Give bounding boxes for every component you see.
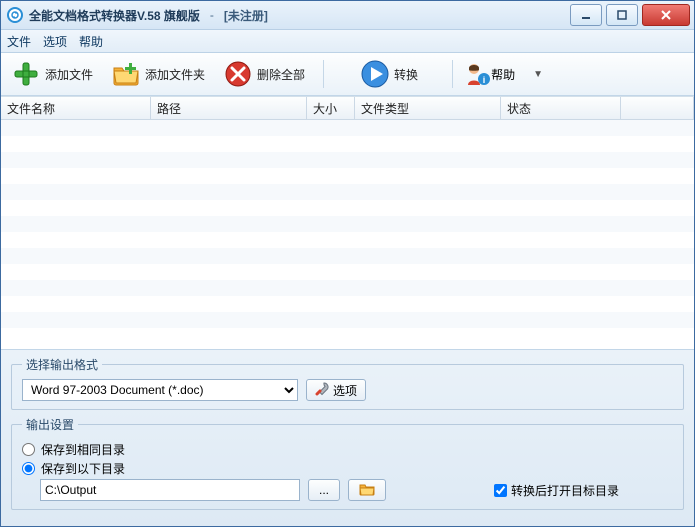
col-type[interactable]: 文件类型 — [355, 97, 501, 119]
minimize-button[interactable] — [570, 4, 602, 26]
menubar: 文件 选项 帮助 — [1, 30, 694, 53]
file-list: 文件名称 路径 大小 文件类型 状态 — [1, 96, 694, 340]
folder-plus-icon — [111, 59, 141, 89]
toolbar-separator — [323, 60, 324, 88]
registration-status: [未注册] — [224, 7, 268, 24]
open-after-label: 转换后打开目标目录 — [511, 482, 619, 499]
col-status[interactable]: 状态 — [501, 97, 621, 119]
col-spacer — [621, 97, 694, 119]
chevron-down-icon: ▼ — [533, 69, 543, 80]
wrench-icon — [315, 382, 329, 399]
app-title: 全能文档格式转换器V.58 旗舰版 — [29, 7, 200, 24]
toolbar-separator-2 — [452, 60, 453, 88]
open-after-checkbox[interactable] — [494, 484, 507, 497]
col-path[interactable]: 路径 — [151, 97, 307, 119]
col-filename[interactable]: 文件名称 — [1, 97, 151, 119]
add-file-button[interactable]: 添加文件 — [7, 56, 103, 92]
bottom-panel: 选择输出格式 Word 97-2003 Document (*.doc) 选项 … — [1, 349, 694, 526]
output-format-group: 选择输出格式 Word 97-2003 Document (*.doc) 选项 — [11, 356, 684, 410]
menu-file[interactable]: 文件 — [7, 33, 31, 50]
same-dir-label: 保存到相同目录 — [41, 441, 125, 458]
help-person-icon: i — [461, 59, 491, 89]
output-format-select[interactable]: Word 97-2003 Document (*.doc) — [22, 379, 298, 401]
app-window: 全能文档格式转换器V.58 旗舰版 - [未注册] 文件 选项 帮助 添加文件 … — [0, 0, 695, 527]
menu-options[interactable]: 选项 — [43, 33, 67, 50]
delete-icon — [223, 59, 253, 89]
add-folder-button[interactable]: 添加文件夹 — [107, 56, 215, 92]
svg-text:i: i — [483, 75, 486, 85]
plus-icon — [11, 59, 41, 89]
below-dir-radio[interactable] — [22, 462, 35, 475]
delete-all-label: 删除全部 — [257, 66, 305, 83]
add-folder-label: 添加文件夹 — [145, 66, 205, 83]
output-settings-group: 输出设置 保存到相同目录 保存到以下目录 ... — [11, 416, 684, 510]
delete-all-button[interactable]: 删除全部 — [219, 56, 315, 92]
same-dir-radio[interactable] — [22, 443, 35, 456]
title-separator: - — [210, 8, 214, 22]
toolbar: 添加文件 添加文件夹 删除全部 转换 i 帮助 ▼ — [1, 53, 694, 96]
menu-help[interactable]: 帮助 — [79, 33, 103, 50]
play-icon — [360, 59, 390, 89]
table-body[interactable] — [1, 120, 694, 342]
titlebar: 全能文档格式转换器V.58 旗舰版 - [未注册] — [1, 1, 694, 30]
format-options-button[interactable]: 选项 — [306, 379, 366, 401]
output-format-legend: 选择输出格式 — [22, 356, 102, 373]
table-header: 文件名称 路径 大小 文件类型 状态 — [1, 96, 694, 120]
col-size[interactable]: 大小 — [307, 97, 355, 119]
app-icon — [7, 7, 23, 23]
output-settings-legend: 输出设置 — [22, 416, 78, 433]
output-path-input[interactable] — [40, 479, 300, 501]
folder-icon — [359, 482, 375, 499]
window-controls — [566, 4, 690, 26]
help-dropdown[interactable]: i 帮助 ▼ — [457, 56, 547, 92]
help-label: 帮助 — [491, 66, 515, 83]
browse-button[interactable]: ... — [308, 479, 340, 501]
open-folder-button[interactable] — [348, 479, 386, 501]
below-dir-label: 保存到以下目录 — [41, 460, 125, 477]
format-options-label: 选项 — [333, 382, 357, 399]
browse-label: ... — [319, 483, 329, 497]
convert-button[interactable]: 转换 — [356, 56, 428, 92]
convert-label: 转换 — [394, 66, 418, 83]
close-button[interactable] — [642, 4, 690, 26]
maximize-button[interactable] — [606, 4, 638, 26]
add-file-label: 添加文件 — [45, 66, 93, 83]
